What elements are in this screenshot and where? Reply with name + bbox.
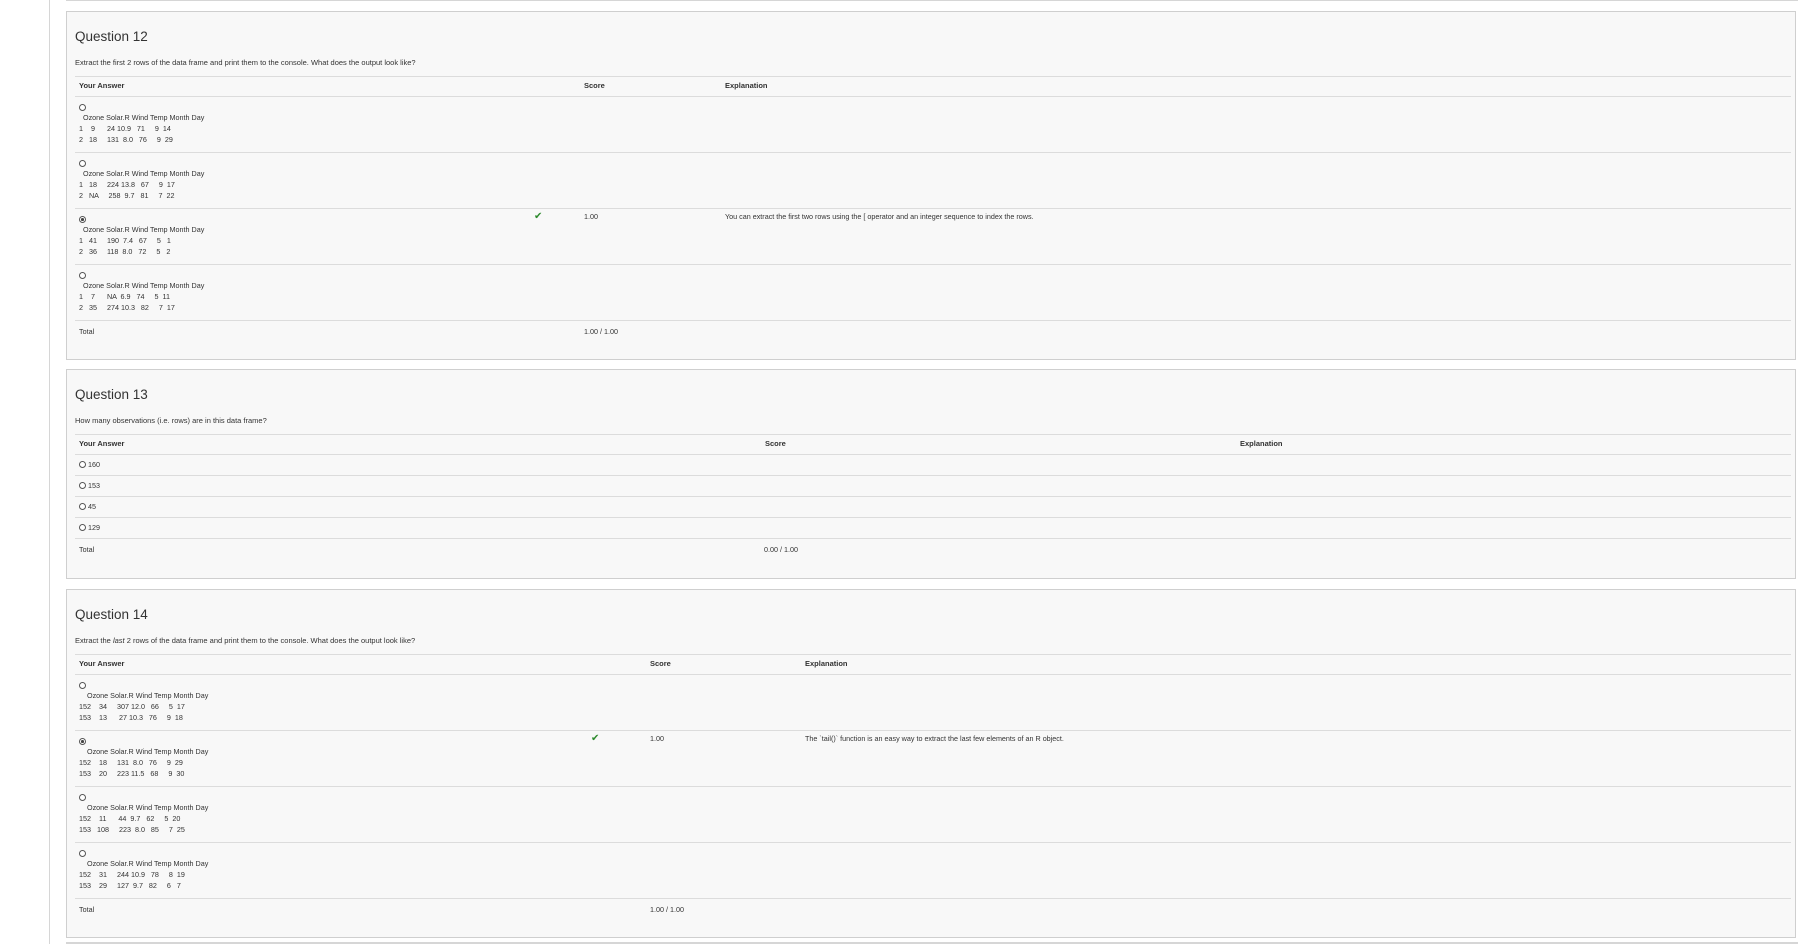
option-output-row: 152 18 131 8.0 76 9 29 — [79, 758, 183, 767]
option-output-row: 153 13 27 10.3 76 9 18 — [79, 713, 183, 722]
option-label: 160 — [88, 460, 100, 469]
question-title: Question 13 — [75, 387, 148, 402]
option-output-row: 153 108 223 8.0 85 7 25 — [79, 825, 185, 834]
question-prompt: How many observations (i.e. rows) are in… — [75, 416, 267, 425]
answer-table: Your Answer Score Explanation Ozone Sola… — [75, 654, 1791, 934]
question-12-panel: Question 12 Extract the first 2 rows of … — [66, 11, 1796, 360]
option-score: 1.00 — [650, 734, 664, 743]
col-header-answer: Your Answer — [79, 439, 125, 448]
radio-button[interactable] — [79, 482, 86, 489]
option-output-row: 2 35 274 10.3 82 7 17 — [79, 303, 175, 312]
option-output-header: Ozone Solar.R Wind Temp Month Day — [79, 281, 205, 290]
option-output-row: 2 36 118 8.0 72 5 2 — [79, 247, 171, 256]
question-14-panel: Question 14 Extract the last 2 rows of t… — [66, 589, 1796, 938]
option-output-row: 152 11 44 9.7 62 5 20 — [79, 814, 181, 823]
total-score: 1.00 / 1.00 — [650, 905, 684, 914]
radio-button[interactable] — [79, 794, 86, 801]
total-score: 1.00 / 1.00 — [584, 327, 618, 336]
option-output-row: 153 20 223 11.5 68 9 30 — [79, 769, 185, 778]
option-output-header: Ozone Solar.R Wind Temp Month Day — [79, 747, 209, 756]
total-score: 0.00 / 1.00 — [764, 545, 798, 554]
option-output-row: 152 34 307 12.0 66 5 17 — [79, 702, 185, 711]
radio-button[interactable] — [79, 682, 86, 689]
option-label: 153 — [88, 481, 100, 490]
question-prompt: Extract the last 2 rows of the data fram… — [75, 636, 416, 645]
radio-button-selected[interactable] — [79, 738, 86, 745]
option-output-row: 1 7 NA 6.9 74 5 11 — [79, 292, 170, 301]
answer-table: Your Answer Score Explanation 160 153 45… — [75, 434, 1791, 574]
col-header-score: Score — [584, 81, 605, 90]
radio-button[interactable] — [79, 160, 86, 167]
answer-option-selected: ✔ 1.00 You can extract the first two row… — [75, 208, 1791, 264]
checkmark-icon: ✔ — [591, 733, 600, 744]
answer-option: Ozone Solar.R Wind Temp Month Day 152 31… — [75, 842, 1791, 898]
question-13-panel: Question 13 How many observations (i.e. … — [66, 369, 1796, 579]
option-label: 129 — [88, 523, 100, 532]
question-title: Question 14 — [75, 607, 148, 622]
option-output-header: Ozone Solar.R Wind Temp Month Day — [79, 691, 209, 700]
option-label: 45 — [88, 502, 96, 511]
col-header-answer: Your Answer — [79, 81, 125, 90]
answer-option: 45 — [75, 496, 1791, 517]
answer-option: Ozone Solar.R Wind Temp Month Day 152 34… — [75, 674, 1791, 730]
col-header-explanation: Explanation — [805, 659, 848, 668]
answer-option: Ozone Solar.R Wind Temp Month Day 1 18 2… — [75, 152, 1791, 208]
question-title: Question 12 — [75, 29, 148, 44]
total-label: Total — [79, 905, 95, 914]
option-output-header: Ozone Solar.R Wind Temp Month Day — [79, 225, 205, 234]
col-header-score: Score — [765, 439, 786, 448]
option-output-header: Ozone Solar.R Wind Temp Month Day — [79, 113, 205, 122]
left-rail-divider — [49, 0, 50, 944]
answer-option: Ozone Solar.R Wind Temp Month Day 1 7 NA… — [75, 264, 1791, 320]
answer-table: Your Answer Score Explanation Ozone Sola… — [75, 76, 1791, 356]
checkmark-icon: ✔ — [534, 211, 543, 222]
option-output-row: 1 41 190 7.4 67 5 1 — [79, 236, 171, 245]
answer-option: Ozone Solar.R Wind Temp Month Day 152 11… — [75, 786, 1791, 842]
col-header-answer: Your Answer — [79, 659, 125, 668]
option-output-row: 152 31 244 10.9 78 8 19 — [79, 870, 185, 879]
option-output-row: 2 NA 258 9.7 81 7 22 — [79, 191, 175, 200]
radio-button[interactable] — [79, 524, 86, 531]
option-output-header: Ozone Solar.R Wind Temp Month Day — [79, 169, 205, 178]
radio-button-selected[interactable] — [79, 216, 86, 223]
answer-option-selected: ✔ 1.00 The `tail()` function is an easy … — [75, 730, 1791, 786]
option-output-row: 153 29 127 9.7 82 6 7 — [79, 881, 181, 890]
option-explanation: The `tail()` function is an easy way to … — [805, 734, 1064, 743]
col-header-explanation: Explanation — [1240, 439, 1283, 448]
option-output-row: 1 9 24 10.9 71 9 14 — [79, 124, 171, 133]
answer-option: 153 — [75, 475, 1791, 496]
total-label: Total — [79, 327, 95, 336]
option-output-row: 1 18 224 13.8 67 9 17 — [79, 180, 175, 189]
answer-option: 160 — [75, 454, 1791, 475]
radio-button[interactable] — [79, 503, 86, 510]
option-output-row: 2 18 131 8.0 76 9 29 — [79, 135, 173, 144]
option-output-header: Ozone Solar.R Wind Temp Month Day — [79, 859, 209, 868]
option-explanation: You can extract the first two rows using… — [725, 212, 1034, 221]
answer-option: Ozone Solar.R Wind Temp Month Day 1 9 24… — [75, 96, 1791, 152]
radio-button[interactable] — [79, 272, 86, 279]
option-score: 1.00 — [584, 212, 598, 221]
col-header-explanation: Explanation — [725, 81, 768, 90]
radio-button[interactable] — [79, 461, 86, 468]
col-header-score: Score — [650, 659, 671, 668]
answer-option: 129 — [75, 517, 1791, 538]
radio-button[interactable] — [79, 104, 86, 111]
question-prompt: Extract the first 2 rows of the data fra… — [75, 58, 416, 67]
previous-question-edge — [66, 0, 1798, 1]
radio-button[interactable] — [79, 850, 86, 857]
option-output-header: Ozone Solar.R Wind Temp Month Day — [79, 803, 209, 812]
total-label: Total — [79, 545, 95, 554]
